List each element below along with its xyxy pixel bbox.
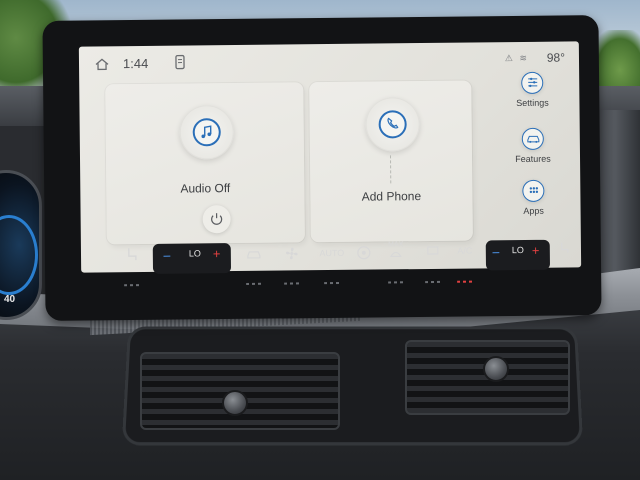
settings-label: Settings [516,97,549,109]
climate-control-bar: − LO + AUTO MAX A/C − LO + [98,237,579,300]
fan-speed-button[interactable] [278,240,307,290]
cluster-reading: 40 [4,294,16,305]
settings-button[interactable]: Settings [501,71,563,121]
passenger-temp-value: LO [511,245,524,256]
sliders-icon [521,71,544,94]
level-ticks [124,284,141,287]
audio-power-button[interactable] [202,205,231,234]
audio-card[interactable]: Audio Off [105,82,305,245]
driver-temp-value: LO [188,248,201,259]
music-note-icon [201,125,212,139]
vent-knob-left[interactable] [222,390,248,416]
apps-label: Apps [523,205,544,216]
audio-source-button[interactable] [179,105,235,160]
outside-temperature: 98° [546,50,566,65]
passenger-temp-up[interactable]: + [532,243,540,258]
auto-climate-button[interactable]: AUTO [316,240,349,290]
passenger-temp-control[interactable]: − LO + [485,239,551,271]
features-button[interactable]: Features [502,127,564,177]
ac-button[interactable]: A/C [452,239,479,289]
driver-temp-up[interactable]: + [213,246,221,261]
driver-temp-control[interactable]: − LO + [152,243,232,274]
level-ticks [425,280,442,284]
add-phone-button[interactable] [365,97,420,152]
steering-heat-button[interactable] [352,240,377,290]
vent-knob-right[interactable] [483,356,509,382]
car-icon [521,127,544,150]
steering-wheel-heat-icon [357,246,371,260]
features-label: Features [515,153,551,165]
level-ticks [388,281,405,284]
max-defrost-button[interactable]: MAX [382,239,411,289]
power-icon [211,213,223,225]
audio-status-label: Audio Off [180,181,231,196]
apps-button[interactable]: Apps [502,179,564,229]
phone-card[interactable]: Add Phone [309,80,473,243]
home-icon[interactable] [95,58,109,71]
ac-label: A/C [457,245,473,256]
driver-seat-heat-button[interactable] [120,242,145,292]
seat-heat-icon [128,248,137,261]
level-ticks [246,282,263,285]
add-phone-label: Add Phone [361,189,422,204]
phone-connector-line [389,155,392,184]
rear-defrost-icon [427,246,439,255]
front-defrost-icon [389,251,402,258]
car-interior-scene: 40 1:44 ⚠ ≋ 98° Audio Off Add Phone Sett… [0,0,640,480]
recirculation-button[interactable] [240,241,269,291]
fan-icon [286,247,298,260]
driver-temp-down[interactable]: − [163,248,171,264]
seat-heat-icon [561,242,569,253]
level-ticks [324,281,341,285]
phone-projection-icon[interactable] [174,54,186,71]
connectivity-icon: ⚠ ≋ [504,52,530,64]
level-ticks [284,282,301,285]
apps-grid-icon [522,179,545,202]
auto-label: AUTO [319,247,345,259]
rear-defrost-button[interactable] [420,239,447,289]
level-ticks [457,280,474,283]
passenger-temp-down[interactable]: − [492,244,500,260]
phone-icon [387,117,399,129]
recirculation-icon [247,251,261,259]
passenger-seat-heat-button[interactable] [554,238,577,288]
clock-time: 1:44 [122,55,149,72]
